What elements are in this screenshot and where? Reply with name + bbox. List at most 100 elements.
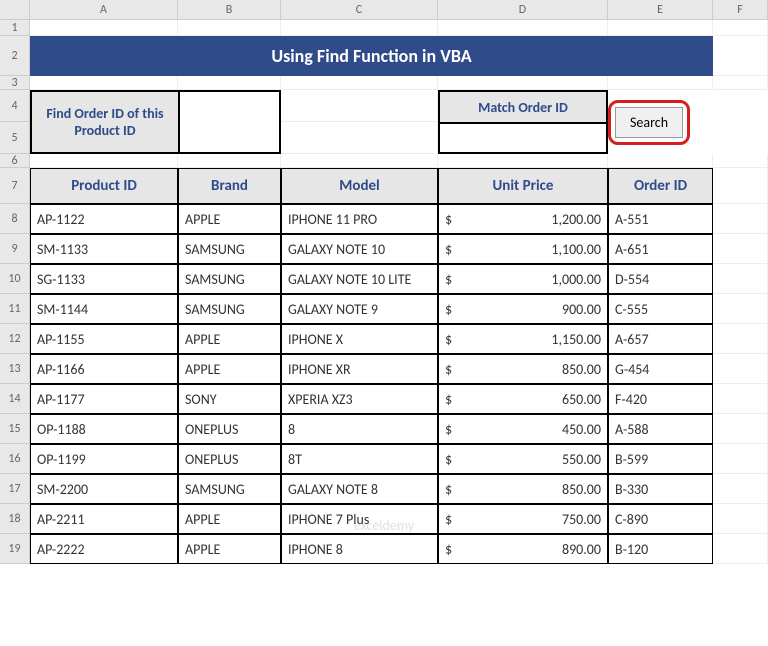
blank-cell[interactable] bbox=[438, 154, 608, 168]
unit-price-cell[interactable]: $850.00 bbox=[438, 474, 608, 504]
order-id-cell[interactable]: C-555 bbox=[608, 294, 713, 324]
table-header-product-id[interactable]: Product ID bbox=[30, 168, 178, 204]
model-cell[interactable]: 8 bbox=[281, 414, 438, 444]
column-header-c[interactable]: C bbox=[281, 0, 438, 20]
blank-cell[interactable] bbox=[713, 504, 768, 534]
blank-cell[interactable] bbox=[713, 534, 768, 564]
blank-cell[interactable] bbox=[713, 444, 768, 474]
model-cell[interactable]: IPHONE 11 PRO bbox=[281, 204, 438, 234]
product-id-cell[interactable]: AP-1122 bbox=[30, 204, 178, 234]
blank-cell[interactable] bbox=[713, 204, 768, 234]
unit-price-cell[interactable]: $850.00 bbox=[438, 354, 608, 384]
unit-price-cell[interactable]: $890.00 bbox=[438, 534, 608, 564]
brand-cell[interactable]: APPLE bbox=[178, 504, 281, 534]
blank-cell[interactable] bbox=[438, 20, 608, 36]
blank-cell[interactable] bbox=[713, 264, 768, 294]
row-header-3[interactable]: 3 bbox=[0, 76, 30, 90]
match-order-id-output[interactable] bbox=[438, 122, 608, 154]
order-id-cell[interactable]: G-454 bbox=[608, 354, 713, 384]
search-button[interactable]: Search bbox=[615, 107, 683, 138]
blank-cell[interactable] bbox=[281, 76, 438, 90]
order-id-cell[interactable]: F-420 bbox=[608, 384, 713, 414]
order-id-cell[interactable]: C-890 bbox=[608, 504, 713, 534]
order-id-cell[interactable]: B-330 bbox=[608, 474, 713, 504]
product-id-cell[interactable]: SM-2200 bbox=[30, 474, 178, 504]
brand-cell[interactable]: APPLE bbox=[178, 204, 281, 234]
row-header-7[interactable]: 7 bbox=[0, 168, 30, 204]
blank-cell[interactable] bbox=[713, 414, 768, 444]
product-id-cell[interactable]: SG-1133 bbox=[30, 264, 178, 294]
unit-price-cell[interactable]: $450.00 bbox=[438, 414, 608, 444]
row-header-8[interactable]: 8 bbox=[0, 204, 30, 234]
order-id-cell[interactable]: B-599 bbox=[608, 444, 713, 474]
product-id-cell[interactable]: AP-2211 bbox=[30, 504, 178, 534]
blank-cell[interactable] bbox=[178, 76, 281, 90]
row-header-5[interactable]: 5 bbox=[0, 122, 30, 154]
brand-cell[interactable]: APPLE bbox=[178, 354, 281, 384]
model-cell[interactable]: IPHONE 8 bbox=[281, 534, 438, 564]
row-header-11[interactable]: 11 bbox=[0, 294, 30, 324]
column-header-b[interactable]: B bbox=[178, 0, 281, 20]
model-cell[interactable]: GALAXY NOTE 9 bbox=[281, 294, 438, 324]
unit-price-cell[interactable]: $1,100.00 bbox=[438, 234, 608, 264]
row-header-17[interactable]: 17 bbox=[0, 474, 30, 504]
unit-price-cell[interactable]: $550.00 bbox=[438, 444, 608, 474]
product-id-cell[interactable]: SM-1144 bbox=[30, 294, 178, 324]
product-id-cell[interactable]: OP-1199 bbox=[30, 444, 178, 474]
table-header-unit-price[interactable]: Unit Price bbox=[438, 168, 608, 204]
unit-price-cell[interactable]: $750.00 bbox=[438, 504, 608, 534]
model-cell[interactable]: GALAXY NOTE 10 LITE bbox=[281, 264, 438, 294]
brand-cell[interactable]: SAMSUNG bbox=[178, 294, 281, 324]
unit-price-cell[interactable]: $1,000.00 bbox=[438, 264, 608, 294]
order-id-cell[interactable]: A-588 bbox=[608, 414, 713, 444]
blank-cell[interactable] bbox=[713, 154, 768, 168]
blank-cell[interactable] bbox=[281, 20, 438, 36]
product-id-cell[interactable]: AP-1166 bbox=[30, 354, 178, 384]
blank-cell[interactable] bbox=[713, 384, 768, 414]
blank-cell[interactable] bbox=[178, 154, 281, 168]
row-header-14[interactable]: 14 bbox=[0, 384, 30, 414]
row-header-19[interactable]: 19 bbox=[0, 534, 30, 564]
model-cell[interactable]: IPHONE 7 Plus bbox=[281, 504, 438, 534]
product-id-cell[interactable]: SM-1133 bbox=[30, 234, 178, 264]
column-header-e[interactable]: E bbox=[608, 0, 713, 20]
blank-cell[interactable] bbox=[438, 76, 608, 90]
blank-cell[interactable] bbox=[30, 154, 178, 168]
unit-price-cell[interactable]: $1,150.00 bbox=[438, 324, 608, 354]
blank-cell[interactable] bbox=[713, 20, 768, 36]
blank-cell[interactable] bbox=[608, 20, 713, 36]
row-header-9[interactable]: 9 bbox=[0, 234, 30, 264]
order-id-cell[interactable]: B-120 bbox=[608, 534, 713, 564]
order-id-cell[interactable]: A-657 bbox=[608, 324, 713, 354]
row-header-4[interactable]: 4 bbox=[0, 90, 30, 122]
brand-cell[interactable]: APPLE bbox=[178, 534, 281, 564]
blank-cell[interactable] bbox=[713, 76, 768, 90]
model-cell[interactable]: GALAXY NOTE 8 bbox=[281, 474, 438, 504]
row-header-15[interactable]: 15 bbox=[0, 414, 30, 444]
model-cell[interactable]: IPHONE XR bbox=[281, 354, 438, 384]
blank-cell[interactable] bbox=[178, 20, 281, 36]
row-header-18[interactable]: 18 bbox=[0, 504, 30, 534]
order-id-cell[interactable]: A-651 bbox=[608, 234, 713, 264]
blank-cell[interactable] bbox=[30, 76, 178, 90]
order-id-cell[interactable]: D-554 bbox=[608, 264, 713, 294]
row-header-16[interactable]: 16 bbox=[0, 444, 30, 474]
table-header-order-id[interactable]: Order ID bbox=[608, 168, 713, 204]
order-id-cell[interactable]: A-551 bbox=[608, 204, 713, 234]
blank-cell[interactable] bbox=[713, 36, 768, 76]
row-header-6[interactable]: 6 bbox=[0, 154, 30, 168]
unit-price-cell[interactable]: $900.00 bbox=[438, 294, 608, 324]
blank-cell[interactable] bbox=[713, 324, 768, 354]
unit-price-cell[interactable]: $650.00 bbox=[438, 384, 608, 414]
brand-cell[interactable]: ONEPLUS bbox=[178, 414, 281, 444]
product-id-cell[interactable]: AP-1155 bbox=[30, 324, 178, 354]
table-header-model[interactable]: Model bbox=[281, 168, 438, 204]
product-id-cell[interactable]: OP-1188 bbox=[30, 414, 178, 444]
row-header-12[interactable]: 12 bbox=[0, 324, 30, 354]
row-header-10[interactable]: 10 bbox=[0, 264, 30, 294]
model-cell[interactable]: 8T bbox=[281, 444, 438, 474]
blank-cell[interactable] bbox=[713, 168, 768, 204]
find-product-id-input[interactable] bbox=[178, 90, 281, 154]
brand-cell[interactable]: SAMSUNG bbox=[178, 264, 281, 294]
blank-cell[interactable] bbox=[281, 154, 438, 168]
